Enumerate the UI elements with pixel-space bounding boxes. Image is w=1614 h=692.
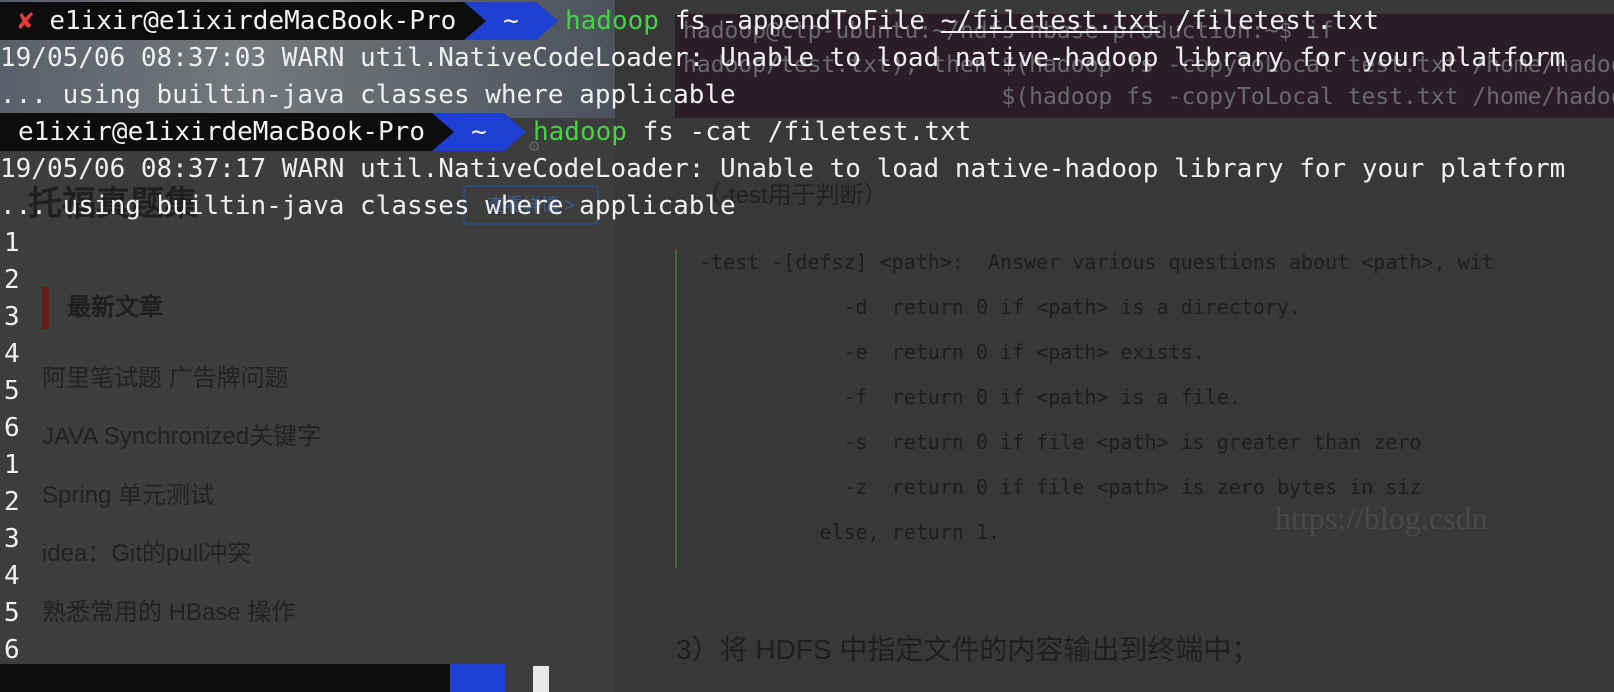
output-line: 6 bbox=[4, 413, 20, 443]
prompt-segment-user: ✘ e1ixir@e1ixirdeMacBook-Pro bbox=[0, 2, 486, 40]
prompt-segment-dir bbox=[450, 664, 505, 692]
warning-line: ... using builtin-java classes where app… bbox=[0, 191, 736, 221]
output-line: 1 bbox=[4, 450, 20, 480]
error-status-icon: ✘ bbox=[18, 6, 34, 36]
output-line: 5 bbox=[4, 598, 20, 628]
prompt-user-host: ✘ e1ixir@e1ixirdeMacBook-Pro bbox=[18, 6, 457, 36]
warning-line: ... using builtin-java classes where app… bbox=[0, 80, 736, 110]
command-line: hadoop fs -cat /filetest.txt bbox=[533, 117, 972, 147]
prompt-segment-user: e1ixir@e1ixirdeMacBook-Pro bbox=[0, 113, 454, 151]
prompt-segment-dir: ~ bbox=[464, 2, 558, 40]
output-line: 2 bbox=[4, 487, 20, 517]
output-line: 4 bbox=[4, 339, 20, 369]
output-line: 4 bbox=[4, 561, 20, 591]
output-line: 3 bbox=[4, 302, 20, 332]
terminal-cursor[interactable] bbox=[533, 666, 549, 692]
output-line: 5 bbox=[4, 376, 20, 406]
output-line: 1 bbox=[4, 228, 20, 258]
terminal-window[interactable]: ✘ e1ixir@e1ixirdeMacBook-Pro ~ hadoop fs… bbox=[0, 0, 1614, 692]
warning-line: 19/05/06 08:37:03 WARN util.NativeCodeLo… bbox=[0, 43, 1566, 73]
prompt-segment-user bbox=[0, 664, 450, 692]
output-line: 3 bbox=[4, 524, 20, 554]
prompt-user-host: e1ixir@e1ixirdeMacBook-Pro bbox=[18, 117, 425, 147]
warning-line: 19/05/06 08:37:17 WARN util.NativeCodeLo… bbox=[0, 154, 1566, 184]
output-line: 2 bbox=[4, 265, 20, 295]
prompt-segment-dir: ~ bbox=[432, 113, 526, 151]
command-line: hadoop fs -appendToFile ~/filetest.txt /… bbox=[565, 6, 1379, 36]
